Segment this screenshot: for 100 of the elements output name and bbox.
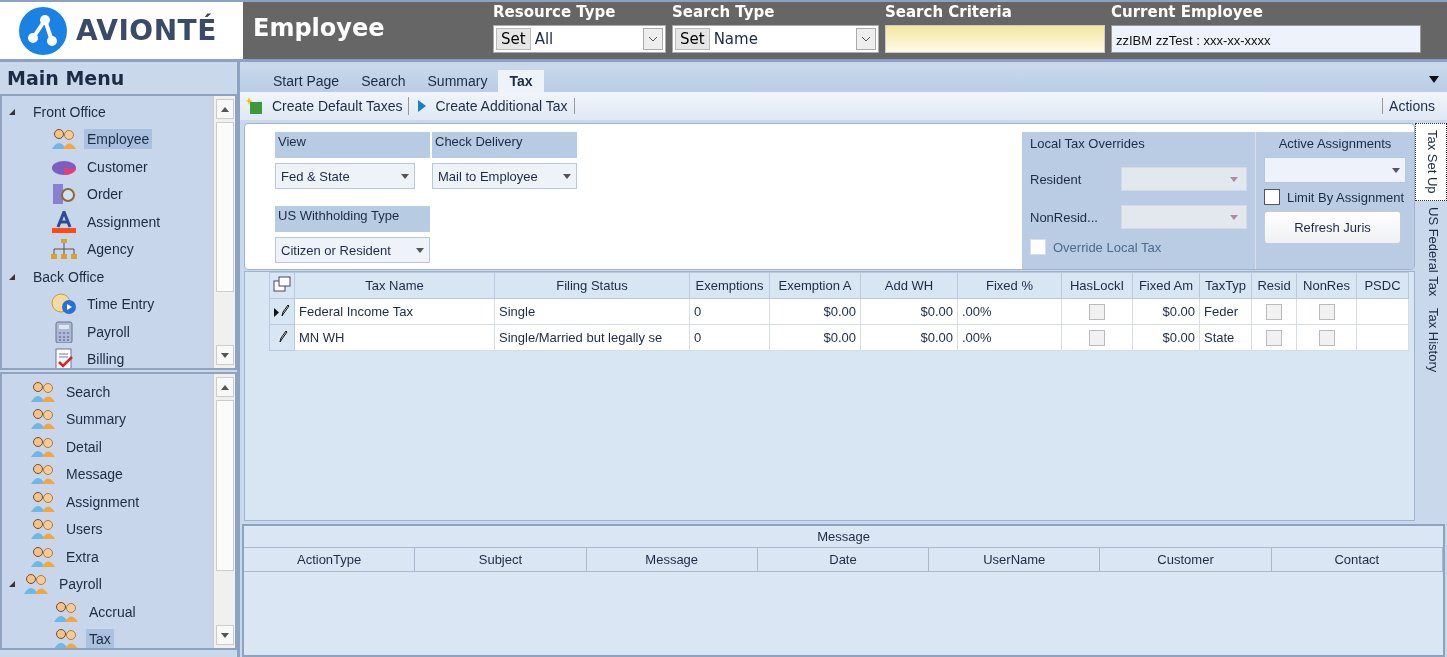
dropdown-arrow-icon[interactable] bbox=[401, 173, 409, 179]
checkbox[interactable] bbox=[1266, 303, 1282, 320]
side-tab[interactable]: US Federal Tax bbox=[1415, 200, 1447, 302]
column-header[interactable]: TaxTyp bbox=[1199, 272, 1252, 299]
tree-item[interactable]: Summary bbox=[63, 409, 129, 430]
scrollbar[interactable] bbox=[213, 96, 235, 368]
tree-item[interactable]: Order bbox=[84, 184, 126, 205]
tree-group-label[interactable]: Back Office bbox=[30, 266, 108, 287]
checkbox[interactable] bbox=[1318, 303, 1335, 320]
set-button[interactable]: Set bbox=[675, 28, 710, 50]
tree-item[interactable]: Extra bbox=[63, 546, 102, 567]
checkbox[interactable] bbox=[1089, 303, 1105, 320]
search-criteria-field[interactable] bbox=[885, 25, 1105, 53]
checkbox[interactable] bbox=[1089, 329, 1105, 346]
table-cell: .00% bbox=[957, 324, 1062, 351]
table-cell: MN WH bbox=[294, 324, 495, 351]
tab-menu-arrow-icon[interactable] bbox=[1429, 76, 1439, 83]
column-header[interactable]: ActionType bbox=[244, 548, 416, 571]
column-header[interactable]: HasLockI bbox=[1061, 272, 1133, 299]
dropdown[interactable]: Fed & State bbox=[275, 163, 415, 189]
letter-icon bbox=[50, 210, 78, 233]
column-header[interactable]: PSDC bbox=[1356, 272, 1409, 299]
dropdown-button[interactable] bbox=[643, 28, 663, 50]
chevron-down-icon bbox=[861, 36, 871, 42]
column-header[interactable]: UserName bbox=[929, 548, 1101, 571]
column-header[interactable]: Filing Status bbox=[494, 272, 690, 299]
tree-item[interactable]: Search bbox=[63, 381, 114, 402]
field-label: US Withholding Type bbox=[275, 206, 430, 232]
checkbox[interactable] bbox=[1318, 329, 1335, 346]
side-tab[interactable]: Tax History bbox=[1415, 301, 1447, 379]
field-label: View bbox=[275, 132, 430, 158]
tree-item[interactable]: Tax bbox=[86, 629, 114, 648]
row-marker[interactable] bbox=[269, 324, 295, 351]
scroll-thumb[interactable] bbox=[215, 400, 234, 572]
collapse-arrow-icon[interactable] bbox=[8, 107, 16, 116]
scroll-down-button[interactable] bbox=[215, 625, 234, 645]
tab[interactable]: Start Page bbox=[262, 70, 351, 92]
tree-item[interactable]: Assignment bbox=[84, 211, 164, 232]
dropdown-button[interactable] bbox=[856, 28, 876, 50]
dropdown[interactable]: Mail to Employee bbox=[432, 163, 577, 189]
down-arrow-icon bbox=[220, 352, 229, 358]
column-header[interactable]: Date bbox=[757, 548, 930, 571]
column-header[interactable]: Tax Name bbox=[294, 272, 495, 299]
column-header[interactable]: Message bbox=[586, 548, 758, 571]
refresh-button[interactable]: Refresh Juris bbox=[1264, 211, 1401, 244]
grid-title: Message bbox=[244, 526, 1443, 548]
table-cell: Single/Married but legally se bbox=[494, 324, 690, 351]
side-tab[interactable]: Tax Set Up bbox=[1415, 123, 1447, 201]
set-button[interactable]: Set bbox=[496, 28, 531, 50]
toolbar-button[interactable]: Create Default Taxes bbox=[246, 97, 410, 115]
dropdown[interactable]: Set Name bbox=[672, 25, 879, 53]
checkbox[interactable] bbox=[1266, 329, 1282, 346]
column-header[interactable]: Exemption A bbox=[769, 272, 861, 299]
column-header[interactable]: NonRes bbox=[1296, 272, 1357, 299]
column-chooser-icon[interactable] bbox=[273, 276, 291, 292]
tree-item[interactable]: Accrual bbox=[86, 601, 139, 622]
tree-item[interactable]: Users bbox=[63, 519, 106, 540]
tree-item[interactable]: Agency bbox=[84, 239, 137, 260]
tree-item[interactable]: Message bbox=[63, 464, 126, 485]
scrollbar[interactable] bbox=[213, 374, 235, 648]
checkbox[interactable] bbox=[1264, 189, 1280, 205]
tree-item[interactable]: Payroll bbox=[56, 574, 105, 595]
tree-item[interactable]: Payroll bbox=[84, 321, 133, 342]
column-header[interactable]: Fixed Am bbox=[1132, 272, 1200, 299]
dropdown-arrow-icon[interactable] bbox=[416, 247, 424, 253]
dropdown-arrow-icon[interactable] bbox=[1392, 167, 1400, 173]
column-header[interactable]: Contact bbox=[1271, 548, 1443, 571]
tab[interactable]: Tax bbox=[498, 70, 544, 92]
tab[interactable]: Search bbox=[350, 70, 417, 92]
column-header[interactable]: Subject bbox=[415, 548, 587, 571]
tree-group-label[interactable]: Front Office bbox=[30, 101, 109, 122]
scroll-thumb[interactable] bbox=[215, 122, 234, 292]
column-header[interactable]: Resid bbox=[1251, 272, 1297, 299]
column-header[interactable]: Customer bbox=[1100, 548, 1272, 571]
tree-item[interactable]: Detail bbox=[63, 436, 105, 457]
row-marker[interactable] bbox=[269, 298, 295, 325]
tree-item[interactable]: Assignment bbox=[63, 491, 143, 512]
up-arrow-icon bbox=[220, 106, 229, 112]
column-header[interactable]: Add WH bbox=[860, 272, 958, 299]
tree-item[interactable]: Billing bbox=[84, 349, 128, 368]
toolbar-button[interactable]: Create Additional Tax bbox=[417, 98, 575, 114]
field-label: Resident bbox=[1030, 171, 1082, 187]
tree-item[interactable]: Customer bbox=[84, 156, 151, 177]
column-header[interactable]: Exemptions bbox=[689, 272, 770, 299]
scroll-down-button[interactable] bbox=[215, 345, 234, 365]
column-header[interactable]: Fixed % bbox=[957, 272, 1062, 299]
dropdown[interactable]: Set All bbox=[493, 25, 666, 53]
tree-item[interactable]: Time Entry bbox=[84, 294, 158, 315]
tab[interactable]: Summary bbox=[416, 70, 499, 92]
actions-button[interactable]: Actions bbox=[1382, 98, 1441, 114]
pencil-icon bbox=[278, 329, 288, 343]
people-icon bbox=[29, 463, 57, 486]
collapse-arrow-icon[interactable] bbox=[8, 272, 16, 281]
dropdown-arrow-icon[interactable] bbox=[563, 173, 571, 179]
collapse-arrow-icon[interactable] bbox=[8, 580, 16, 589]
scroll-up-button[interactable] bbox=[215, 377, 234, 397]
filter-label: Search Type bbox=[672, 3, 776, 21]
scroll-up-button[interactable] bbox=[215, 99, 234, 119]
tree-item[interactable]: Employee bbox=[84, 129, 153, 150]
dropdown[interactable]: Citizen or Resident bbox=[275, 237, 430, 263]
